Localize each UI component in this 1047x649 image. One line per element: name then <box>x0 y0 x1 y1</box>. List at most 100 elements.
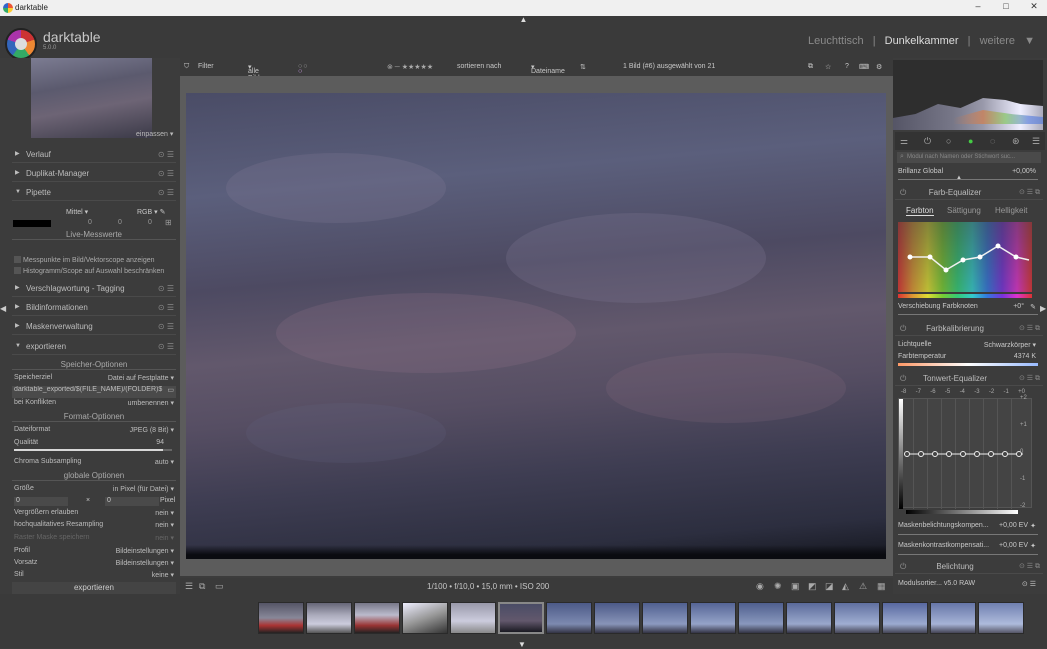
filmstrip-thumb[interactable] <box>978 602 1024 634</box>
file-format-select[interactable]: Dateiformat JPEG (8 Bit) ▾ <box>12 426 176 438</box>
softproof-icon[interactable]: ◭ <box>842 581 849 592</box>
mask-exposure-track[interactable] <box>898 534 1038 535</box>
width-input[interactable]: 0 <box>14 497 68 506</box>
gamut-check-icon[interactable]: ⚠ <box>859 581 867 592</box>
rating-filter-stars[interactable]: ⊗ ─ ★★★★★ <box>387 63 433 71</box>
module-menu-icon[interactable]: ⊙ ☰ ⧉ <box>1019 560 1040 574</box>
module-menu-icon[interactable]: ⊙ ☰ <box>158 184 174 201</box>
sort-select[interactable]: Dateiname ▾ <box>531 63 565 75</box>
conflict-select[interactable]: bei Konflikten umbenennen ▾ <box>12 399 176 411</box>
filmstrip-thumb[interactable] <box>306 602 352 634</box>
tone-group-icon[interactable]: ○ <box>946 136 951 146</box>
view-darkroom[interactable]: Dunkelkammer <box>885 35 959 47</box>
brilliance-slider[interactable]: Brillanz Global +0,00% <box>898 168 1038 178</box>
tab-hue[interactable]: Farbton <box>906 206 934 216</box>
filmstrip-thumb[interactable] <box>354 602 400 634</box>
right-panel-toggle[interactable]: ▶ <box>1040 304 1046 313</box>
module-menu-icon[interactable]: ⊙ ☰ <box>158 338 174 355</box>
pipette-colorspace-select[interactable]: RGB ▾ ✎ <box>137 208 165 216</box>
filmstrip-thumb[interactable] <box>786 602 832 634</box>
filter-icon[interactable]: ⛉ <box>184 63 189 71</box>
height-input[interactable]: 0 <box>105 497 159 506</box>
wand-icon[interactable]: ✦ <box>1030 542 1036 550</box>
intent-select[interactable]: Vorsatz Bildeinstellungen ▾ <box>12 559 176 571</box>
effect-group-icon[interactable]: ⊛ <box>1012 136 1020 147</box>
gear-icon[interactable]: ⚙ <box>876 63 882 71</box>
color-eq-graph[interactable] <box>898 222 1032 292</box>
quick-access-icon[interactable]: ☰ <box>185 581 193 592</box>
filmstrip-thumb[interactable] <box>690 602 736 634</box>
styles-icon[interactable]: ⧉ <box>199 581 205 592</box>
export-button[interactable]: exportieren <box>12 582 176 594</box>
display-icon[interactable]: ▣ <box>791 581 800 592</box>
module-order-label[interactable]: Modulsortier... v5.0 RAW ⊙ ☰ <box>898 580 1038 590</box>
filmstrip-thumb[interactable] <box>594 602 640 634</box>
module-menu-icon[interactable]: ⊙ ☰ ⧉ <box>1019 322 1040 336</box>
folder-icon[interactable]: ▭ <box>167 386 174 394</box>
clipping-icon[interactable]: ◪ <box>825 581 834 592</box>
upscale-select[interactable]: Vergrößern erlauben nein ▾ <box>12 509 176 521</box>
module-duplicate-manager[interactable]: ▶ Duplikat-Manager ⊙ ☰ <box>12 165 176 182</box>
node-shift-track[interactable] <box>898 314 1038 315</box>
navigation-preview[interactable] <box>31 58 152 138</box>
temperature-slider[interactable]: Farbtemperatur 4374 K <box>898 353 1038 363</box>
module-tagging[interactable]: ▶ Verschlagwortung - Tagging ⊙ ☰ <box>12 280 176 297</box>
sort-order-icon[interactable]: ⇅ <box>580 63 586 71</box>
restrict-histogram-checkbox[interactable]: Histogramm/Scope auf Auswahl beschränken <box>14 267 164 275</box>
profile-select[interactable]: Profil Bildeinstellungen ▾ <box>12 547 176 559</box>
tab-saturation[interactable]: Sättigung <box>947 206 981 215</box>
module-menu-icon[interactable]: ⊙ ☰ <box>158 280 174 297</box>
guides-icon[interactable]: ▦ <box>877 581 886 592</box>
module-menu-icon[interactable]: ⊙ ☰ <box>158 165 174 182</box>
keyboard-icon[interactable]: ⌨ <box>859 63 869 71</box>
filmstrip-thumb[interactable] <box>258 602 304 634</box>
module-tone-equalizer[interactable]: ⏻ Tonwert-Equalizer ⊙ ☰ ⧉ <box>895 372 1043 386</box>
minimize-button[interactable]: – <box>968 1 988 15</box>
export-path-input[interactable]: $(FOLDER)/darktable_exported/$(FILE_NAME… <box>12 386 176 398</box>
add-sample-icon[interactable]: ⊞ <box>165 218 172 227</box>
histogram[interactable] <box>893 60 1043 130</box>
active-modules-icon[interactable]: ⚌ <box>900 136 908 147</box>
second-window-icon[interactable]: ▭ <box>215 581 224 592</box>
close-button[interactable]: ✕ <box>1024 1 1044 15</box>
module-color-equalizer[interactable]: ⏻ Farb-Equalizer ⊙ ☰ ⧉ <box>895 186 1043 200</box>
mask-contrast-track[interactable] <box>898 554 1038 555</box>
module-mask-manager[interactable]: ▶ Maskenverwaltung ⊙ ☰ <box>12 318 176 335</box>
star-icon[interactable]: ☆ <box>825 63 831 71</box>
storage-select[interactable]: Speicherziel Datei auf Festplatte ▾ <box>12 374 176 386</box>
module-menu-icon[interactable]: ⊙ ☰ <box>158 318 174 335</box>
module-order-menu-icon[interactable]: ⊙ ☰ <box>1022 580 1036 588</box>
illuminant-select[interactable]: Lichtquelle Schwarzkörper ▾ <box>898 341 1038 351</box>
module-menu-icon[interactable]: ⊙ ☰ <box>158 146 174 163</box>
filmstrip-thumb[interactable] <box>642 602 688 634</box>
color-group-icon[interactable]: ● <box>968 136 973 146</box>
module-color-calibration[interactable]: ⏻ Farbkalibrierung ⊙ ☰ ⧉ <box>895 322 1043 336</box>
quality-slider[interactable] <box>14 449 172 451</box>
module-export[interactable]: ▼ exportieren ⊙ ☰ <box>12 338 176 355</box>
correct-group-icon[interactable]: ◌ <box>990 136 995 146</box>
raster-mask-select[interactable]: Raster Maske speichern nein ▾ <box>12 534 176 546</box>
module-search-input[interactable]: Modul nach Namen oder Stichwort suc... <box>897 152 1041 163</box>
chroma-subsampling-select[interactable]: Chroma Subsampling auto ▾ <box>12 458 176 470</box>
hq-resampling-select[interactable]: hochqualitatives Resampling nein ▾ <box>12 521 176 533</box>
focus-peaking-icon[interactable]: ◉ <box>756 581 764 592</box>
mask-exposure-slider[interactable]: Maskenbelichtungskompen... +0,00 EV ✦ <box>898 522 1038 532</box>
temperature-gradient[interactable] <box>898 363 1038 366</box>
color-picker-icon[interactable]: ✎ <box>160 209 166 216</box>
wand-icon[interactable]: ✦ <box>1030 522 1036 530</box>
tone-eq-graph[interactable] <box>898 398 1032 509</box>
color-label-filter[interactable]: ○ ○ ○ ○ ○ ○○ <box>298 63 308 75</box>
maximize-button[interactable]: □ <box>996 1 1016 15</box>
pipette-mode-select[interactable]: Mittel ▾ <box>66 208 88 216</box>
grouping-icon[interactable]: ⧉ <box>808 63 813 71</box>
filmstrip-thumb[interactable] <box>834 602 880 634</box>
tab-brightness[interactable]: Helligkeit <box>995 206 1027 215</box>
filmstrip-thumb[interactable] <box>546 602 592 634</box>
filmstrip-thumb[interactable] <box>402 602 448 634</box>
brilliance-slider-track[interactable] <box>898 179 1038 180</box>
filmstrip-thumb-selected[interactable] <box>498 602 544 634</box>
zoom-fit-dropdown[interactable]: einpassen ▾ <box>136 130 173 138</box>
filmstrip-thumb[interactable] <box>882 602 928 634</box>
filmstrip-thumb[interactable] <box>738 602 784 634</box>
top-panel-toggle[interactable]: ▲ <box>0 16 1047 26</box>
